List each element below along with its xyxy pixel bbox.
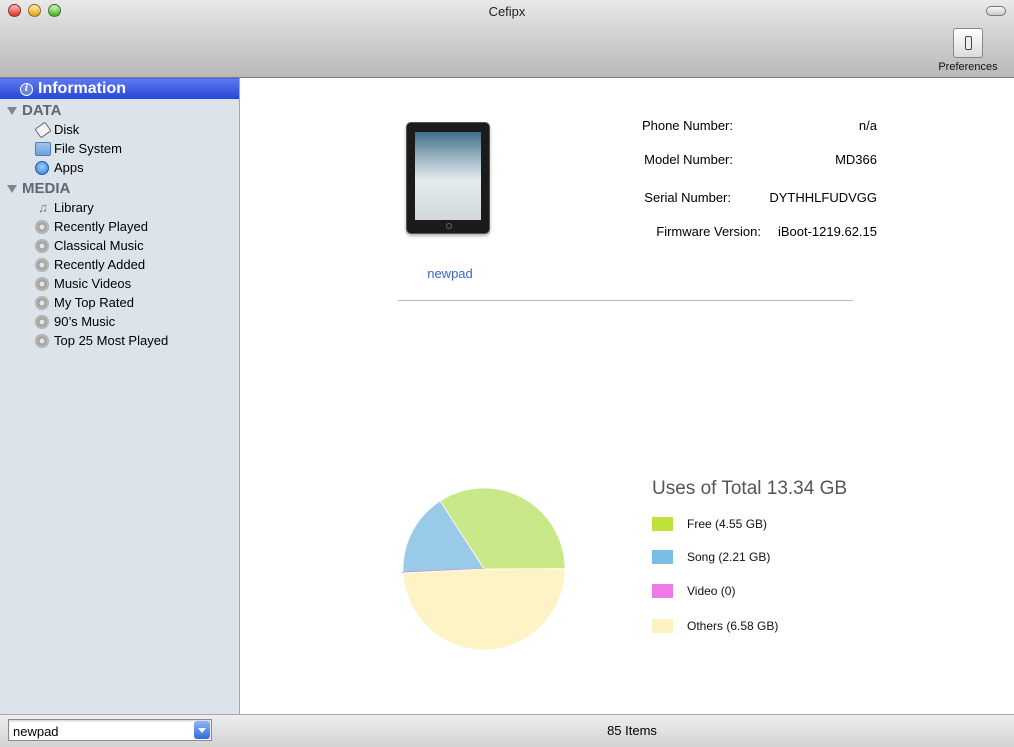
sidebar-item-label: Classical Music bbox=[54, 238, 144, 253]
sidebar-item-apps[interactable]: Apps bbox=[0, 158, 239, 177]
legend-item-free: Free (4.55 GB) bbox=[652, 517, 767, 531]
model-number-label: Model Number: bbox=[644, 152, 733, 167]
preferences-button[interactable]: Preferences bbox=[928, 28, 1008, 73]
storage-pie-chart bbox=[402, 487, 566, 651]
smart-playlist-icon bbox=[35, 314, 49, 329]
window-toolbar: Cefipx Preferences bbox=[0, 0, 1014, 78]
sidebar-item-label: Music Videos bbox=[54, 276, 132, 291]
sidebar-item-90s-music[interactable]: 90’s Music bbox=[0, 312, 239, 331]
device-name-link[interactable]: newpad bbox=[391, 266, 509, 281]
smart-playlist-icon bbox=[35, 333, 49, 348]
sidebar-item-label: Disk bbox=[54, 122, 80, 137]
phone-number-value: n/a bbox=[858, 118, 877, 133]
sidebar-item-label: My Top Rated bbox=[54, 295, 134, 310]
phone-number-label: Phone Number: bbox=[641, 118, 733, 133]
sidebar-item-library[interactable]: ♫ Library bbox=[0, 198, 239, 217]
sidebar-item-label: Recently Played bbox=[54, 219, 148, 234]
main-panel: newpad Phone Number: n/a Model Number: M… bbox=[241, 78, 1014, 714]
sidebar-item-classical-music[interactable]: Classical Music bbox=[0, 236, 239, 255]
toolbar-toggle-button[interactable] bbox=[986, 6, 1006, 16]
app-store-icon bbox=[35, 160, 49, 175]
legend-label-free: Free (4.55 GB) bbox=[687, 517, 768, 531]
sidebar-item-my-top-rated[interactable]: My Top Rated bbox=[0, 293, 239, 312]
sidebar-item-label: 90’s Music bbox=[54, 314, 116, 329]
legend-label-others: Others (6.58 GB) bbox=[687, 619, 779, 633]
legend-swatch-video bbox=[652, 584, 673, 598]
sidebar-group-label: MEDIA bbox=[22, 180, 71, 197]
serial-number-label: Serial Number: bbox=[644, 190, 731, 205]
disclosure-triangle-icon bbox=[7, 184, 17, 193]
device-image bbox=[406, 122, 490, 234]
sidebar-item-disk[interactable]: Disk bbox=[0, 120, 239, 139]
sidebar-item-recently-played[interactable]: Recently Played bbox=[0, 217, 239, 236]
section-divider bbox=[398, 300, 853, 301]
sidebar-item-label: Top 25 Most Played bbox=[54, 333, 169, 348]
firmware-version-value: iBoot-1219.62.15 bbox=[777, 224, 877, 239]
legend-label-song: Song (2.21 GB) bbox=[687, 550, 771, 564]
sidebar-item-label: File System bbox=[54, 141, 122, 156]
smart-playlist-icon bbox=[35, 276, 49, 291]
pie-slice-others bbox=[402, 568, 566, 651]
sidebar-item-label: Apps bbox=[54, 160, 84, 175]
item-count-status: 85 Items bbox=[607, 723, 657, 738]
smart-playlist-icon bbox=[35, 257, 49, 272]
sidebar-item-label: Recently Added bbox=[54, 257, 146, 272]
status-bar: newpad 85 Items bbox=[0, 714, 1014, 747]
smart-playlist-icon bbox=[35, 219, 49, 234]
sidebar: i Information DATA Disk File System Apps… bbox=[0, 78, 240, 714]
legend-swatch-song bbox=[652, 550, 673, 564]
sidebar-item-information[interactable]: i Information bbox=[0, 78, 239, 99]
sidebar-item-file-system[interactable]: File System bbox=[0, 139, 239, 158]
storage-title: Uses of Total 13.34 GB bbox=[652, 478, 848, 499]
legend-item-video: Video (0) bbox=[652, 584, 735, 598]
sidebar-item-label: Library bbox=[54, 200, 94, 215]
legend-item-song: Song (2.21 GB) bbox=[652, 550, 770, 564]
legend-label-video: Video (0) bbox=[687, 584, 736, 598]
sidebar-item-label: Information bbox=[38, 80, 126, 97]
smart-playlist-icon bbox=[35, 238, 49, 253]
sidebar-item-recently-added[interactable]: Recently Added bbox=[0, 255, 239, 274]
folder-icon bbox=[35, 141, 51, 156]
sidebar-group-label: DATA bbox=[22, 102, 62, 119]
preferences-label: Preferences bbox=[938, 61, 998, 73]
legend-item-others: Others (6.58 GB) bbox=[652, 619, 778, 633]
sidebar-item-top-25-most-played[interactable]: Top 25 Most Played bbox=[0, 331, 239, 350]
disclosure-triangle-icon bbox=[7, 106, 17, 115]
switch-icon bbox=[953, 28, 983, 58]
serial-number-value: DYTHHLFUDVGG bbox=[769, 190, 877, 205]
disk-icon bbox=[34, 121, 52, 138]
legend-swatch-others bbox=[652, 619, 673, 633]
sidebar-group-data[interactable]: DATA bbox=[0, 101, 239, 120]
sidebar-group-media[interactable]: MEDIA bbox=[0, 179, 239, 198]
info-icon: i bbox=[20, 82, 33, 96]
model-number-value: MD366 bbox=[835, 152, 877, 167]
window-title: Cefipx bbox=[488, 4, 526, 19]
smart-playlist-icon bbox=[35, 295, 49, 310]
legend-swatch-free bbox=[652, 517, 673, 531]
sidebar-item-music-videos[interactable]: Music Videos bbox=[0, 274, 239, 293]
music-note-icon: ♫ bbox=[38, 199, 48, 215]
